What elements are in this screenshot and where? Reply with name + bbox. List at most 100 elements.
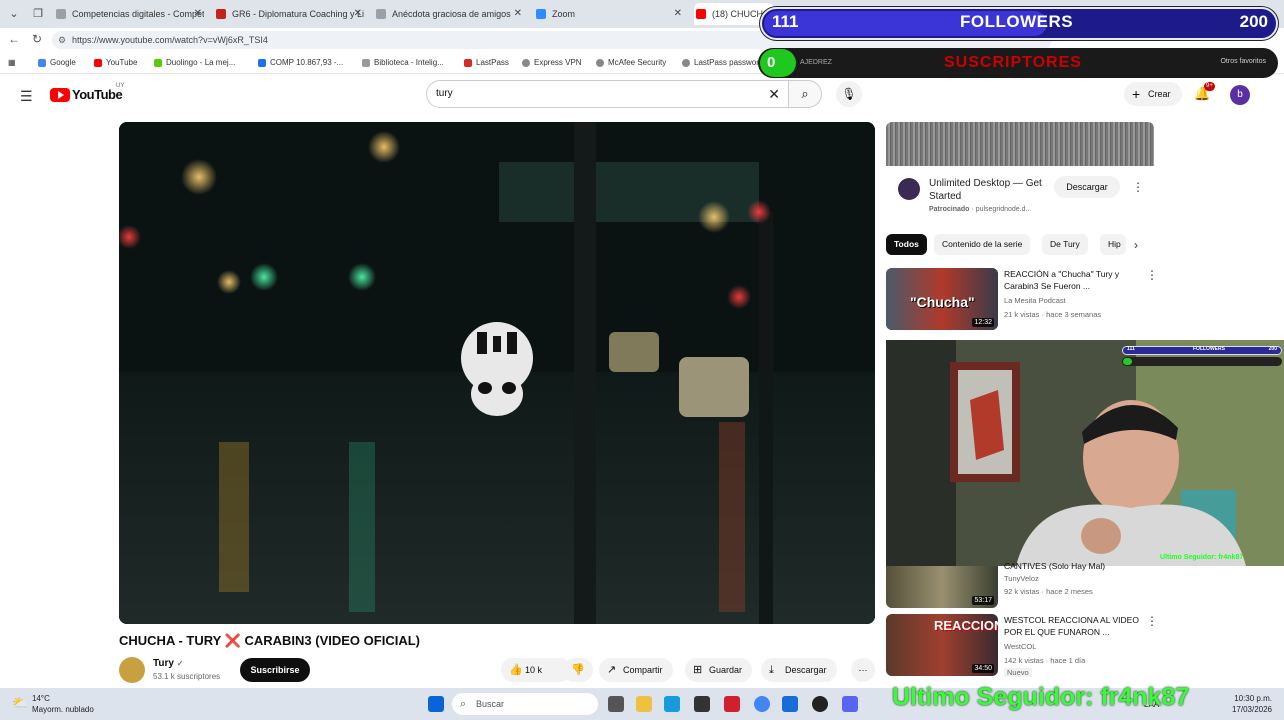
bookmark-google[interactable]: Google — [38, 56, 76, 70]
bookmark-biblioteca[interactable]: Biblioteca - Intelig... — [362, 56, 444, 70]
workspaces-icon[interactable]: ❐ — [30, 6, 46, 22]
download-button[interactable]: ⤓ Descargar — [761, 658, 837, 682]
list-item[interactable]: REACCION 34:50 WESTCOL REACCIONA AL VIDE… — [886, 614, 1166, 678]
bookmark-lastpass[interactable]: LastPass — [464, 56, 509, 70]
notification-badge: 9+ — [1204, 82, 1215, 91]
search-input[interactable]: tury ✕ — [426, 80, 788, 108]
ad-download-button[interactable]: Descargar — [1054, 176, 1120, 198]
back-icon[interactable]: ← — [8, 32, 20, 46]
discord-icon[interactable] — [842, 696, 858, 712]
bookmark-expressvpn[interactable]: Express VPN — [522, 56, 582, 70]
site-info-icon[interactable]: ⚙ — [58, 31, 66, 49]
video-title: REACCIÓN a "Chucha" Tury y Carabin3 Se F… — [1004, 269, 1120, 291]
subscribe-button[interactable]: Suscribirse — [240, 658, 310, 682]
tab-favicon-icon — [216, 9, 226, 19]
video-title: WESTCOL REACCIONA AL VIDEO POR EL QUE FU… — [1004, 615, 1139, 637]
list-item[interactable]: "Chucha" 12:32 REACCIÓN a "Chucha" Tury … — [886, 268, 1166, 332]
weather-widget[interactable]: ⛅ 14°C Mayorm. nublado — [12, 693, 152, 715]
video-thumbnail: REACCION 34:50 — [886, 614, 998, 676]
chip-de-tury[interactable]: De Tury — [1042, 234, 1088, 255]
bookmark-ajedrez[interactable]: AJEDREZ — [800, 59, 832, 66]
more-actions-button[interactable]: ⋯ — [851, 658, 875, 682]
download-icon: ⤓ — [769, 664, 774, 676]
sponsored-ad[interactable]: Unlimited Desktop — Get Started Patrocin… — [886, 122, 1154, 228]
file-explorer-icon[interactable] — [636, 696, 652, 712]
last-follower-banner: Ultimo Seguidor: fr4nk87 — [892, 683, 1190, 711]
video-meta: 21 k vistas · hace 3 semanas — [1004, 310, 1102, 319]
save-button[interactable]: ⊞ Guardar — [685, 658, 753, 682]
other-bookmarks[interactable]: Otros favoritos — [1220, 58, 1266, 65]
chip-hip[interactable]: Hip — [1100, 234, 1126, 255]
chevron-right-icon[interactable]: › — [1134, 238, 1138, 252]
like-button[interactable]: 👍 10 k — [501, 658, 573, 682]
tab-favicon-icon — [696, 9, 706, 19]
close-tab-icon[interactable]: ✕ — [514, 3, 522, 25]
screen: ⌄ ❐ Competencias digitales - Compet ✕ GR… — [0, 0, 1284, 720]
menu-icon[interactable]: ☰ — [20, 88, 33, 105]
new-badge: Nuevo — [1004, 668, 1032, 677]
save-icon: ⊞ — [693, 664, 703, 676]
dislike-button[interactable]: 👎 — [563, 658, 593, 682]
outlook-icon[interactable] — [782, 696, 798, 712]
like-icon: 👍 — [509, 664, 523, 676]
windows-icon[interactable] — [428, 696, 444, 712]
plus-icon: + — [1132, 86, 1141, 102]
bookmark-youtube[interactable]: YouTube — [94, 56, 137, 70]
app-icon[interactable] — [724, 696, 740, 712]
filter-chips: Todos Contenido de la serie De Tury Hip … — [886, 234, 1166, 256]
ad-title: Unlimited Desktop — Get Started — [929, 178, 1042, 202]
tab-competencias[interactable]: Competencias digitales - Compet ✕ — [54, 3, 204, 25]
edge-icon[interactable] — [664, 696, 680, 712]
more-icon[interactable]: ⋮ — [1146, 614, 1158, 628]
notifications-button[interactable]: 🔔 9+ — [1194, 82, 1215, 102]
more-icon[interactable]: ⋮ — [1146, 268, 1158, 282]
share-icon: ↗ — [607, 664, 617, 676]
tab-anecdota[interactable]: Anécdota graciosa de amigos ✕ — [374, 3, 524, 25]
tab-favicon-icon — [536, 9, 546, 19]
channel-name: WestCOL — [1004, 642, 1037, 651]
reload-icon[interactable]: ↻ — [32, 32, 42, 46]
ad-meta: Patrocinado · pulsegridnode.d... — [929, 206, 1032, 213]
search-button[interactable]: ⌕ — [788, 80, 822, 108]
channel-name[interactable]: Tury ✓ — [153, 658, 183, 669]
task-view-icon[interactable] — [608, 696, 624, 712]
subs-progress-knob — [760, 49, 796, 77]
clock[interactable]: 10:30 p.m. 17/03/2026 — [1222, 693, 1272, 715]
obs-icon[interactable] — [812, 696, 828, 712]
store-icon[interactable] — [694, 696, 710, 712]
channel-avatar[interactable] — [119, 657, 145, 683]
bookmark-duolingo[interactable]: Duolingo - La mej... — [154, 56, 235, 70]
taskbar-search[interactable]: ⌕ Buscar — [452, 693, 598, 715]
youtube-play-icon — [50, 88, 70, 102]
tab-list-icon[interactable]: ⌄ — [6, 6, 22, 22]
list-item[interactable]: 53:17 CANTIVES (Solo Hay Mal) TunyVeloz … — [886, 561, 1166, 610]
bookmark-lastpass-pw[interactable]: LastPass passwor — [682, 56, 759, 70]
share-button[interactable]: ↗ Compartir — [599, 658, 673, 682]
chrome-icon[interactable] — [754, 696, 770, 712]
chip-serie[interactable]: Contenido de la serie — [934, 234, 1031, 255]
tab-favicon-icon — [56, 9, 66, 19]
bookmark-icon — [258, 59, 266, 67]
tab-gr6[interactable]: GR6 - Diplomatura Coaching y Li ✕ — [214, 3, 364, 25]
create-button[interactable]: + Crear — [1124, 82, 1182, 106]
dislike-icon: 👎 — [571, 664, 585, 676]
close-tab-icon[interactable]: ✕ — [194, 3, 202, 25]
webcam-last-follower: Ultimo Seguidor: fr4nk87 — [1160, 554, 1244, 561]
bookmark-mcafee[interactable]: McAfee Security — [596, 56, 666, 70]
clear-search-icon[interactable]: ✕ — [768, 81, 780, 107]
webcam-overlay — [886, 340, 1284, 566]
mic-button[interactable]: 🎙 — [836, 81, 862, 107]
bookmark-comp[interactable]: COMP 10.867,93 -... — [258, 56, 343, 70]
subscriber-count: 53.1 k suscriptores — [153, 672, 221, 681]
globe-icon — [596, 59, 604, 67]
close-tab-icon[interactable]: ✕ — [354, 3, 362, 25]
tab-zoom[interactable]: Zoom ✕ — [534, 3, 684, 25]
close-tab-icon[interactable]: ✕ — [674, 3, 682, 25]
video-player[interactable] — [119, 122, 875, 624]
chip-todos[interactable]: Todos — [886, 234, 927, 255]
youtube-header: ☰ YouTube UY tury ✕ ⌕ 🎙 + Crear 🔔 9+ b — [0, 74, 1284, 116]
apps-icon[interactable]: ▦ — [8, 56, 16, 70]
weather-icon: ⛅ — [12, 695, 29, 710]
avatar[interactable]: b — [1230, 85, 1250, 105]
more-icon[interactable]: ⋮ — [1132, 180, 1144, 194]
